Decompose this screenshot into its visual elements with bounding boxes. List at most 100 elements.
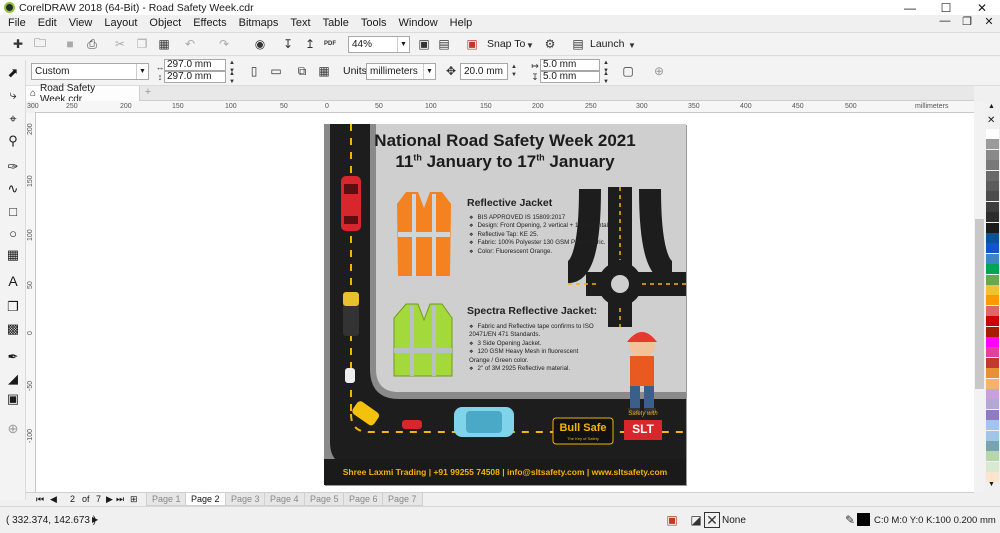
- no-color-icon[interactable]: ✕: [987, 115, 995, 126]
- menu-layout[interactable]: Layout: [98, 17, 143, 29]
- chevron-down-icon[interactable]: ▼: [624, 37, 640, 53]
- vertical-scrollbar[interactable]: [974, 101, 985, 492]
- color-swatch[interactable]: [986, 326, 999, 338]
- menu-tools[interactable]: Tools: [355, 17, 393, 29]
- duplicate-x-input[interactable]: 5.0 mm: [540, 59, 600, 71]
- page-tab-4[interactable]: Page 4: [264, 493, 305, 506]
- doc-close-button[interactable]: ✕: [978, 15, 1000, 28]
- publish-pdf-icon[interactable]: PDF: [322, 36, 338, 52]
- save-icon[interactable]: ■: [62, 36, 78, 52]
- minimize-button[interactable]: —: [892, 0, 928, 15]
- color-swatch[interactable]: [986, 357, 999, 369]
- no-fill-swatch-icon[interactable]: ✕: [704, 512, 720, 528]
- doc-restore-button[interactable]: ❐: [956, 15, 978, 28]
- zoom-level-dropdown[interactable]: 44% ▼: [348, 36, 410, 53]
- menu-edit[interactable]: Edit: [32, 17, 63, 29]
- new-tab-button[interactable]: +: [142, 86, 154, 100]
- open-folder-icon[interactable]: 🗀: [32, 36, 48, 52]
- color-swatch[interactable]: [986, 129, 999, 140]
- interactive-fill-icon[interactable]: ◢: [4, 370, 22, 388]
- freehand-tool-icon[interactable]: ✑: [4, 158, 22, 176]
- menu-table[interactable]: Table: [317, 17, 355, 29]
- page-tab-2[interactable]: Page 2: [185, 493, 226, 506]
- add-icon[interactable]: ⊕: [651, 63, 667, 79]
- palette-scroll-up-icon[interactable]: ▲: [988, 103, 995, 110]
- polygon-tool-icon[interactable]: ▦: [4, 246, 22, 264]
- current-page-icon[interactable]: ▦: [316, 63, 332, 79]
- import-icon[interactable]: ↧: [280, 36, 296, 52]
- height-stepper[interactable]: ▲ ▼: [228, 70, 236, 86]
- menu-view[interactable]: View: [63, 17, 99, 29]
- outline-color-swatch[interactable]: [857, 513, 870, 526]
- color-swatch[interactable]: [986, 420, 999, 432]
- maximize-button[interactable]: ☐: [928, 0, 964, 15]
- new-document-icon[interactable]: ✚: [10, 36, 26, 52]
- redo-icon[interactable]: ↷: [216, 36, 232, 52]
- full-screen-icon[interactable]: ▣: [416, 36, 432, 52]
- transparency-icon[interactable]: ▩: [4, 320, 22, 338]
- artistic-media-icon[interactable]: ∿: [4, 180, 22, 198]
- outline-pen-icon[interactable]: ✎: [842, 512, 858, 528]
- menu-text[interactable]: Text: [284, 17, 316, 29]
- portrait-icon[interactable]: ▯: [246, 63, 262, 79]
- color-swatch[interactable]: [986, 389, 999, 400]
- color-swatch[interactable]: [986, 253, 999, 265]
- page-tab-1[interactable]: Page 1: [146, 493, 187, 506]
- color-swatch[interactable]: [986, 264, 999, 276]
- smart-fill-icon[interactable]: ▣: [4, 390, 22, 408]
- snap-to-label[interactable]: Snap To: [487, 38, 525, 50]
- color-swatch[interactable]: [986, 274, 999, 286]
- color-swatch[interactable]: [986, 461, 999, 473]
- fill-indicator-icon[interactable]: ▣: [664, 512, 680, 528]
- duplicate-y-input[interactable]: 5.0 mm: [540, 71, 600, 83]
- print-icon[interactable]: ⎙: [84, 36, 100, 52]
- view-mode-icon[interactable]: ▤: [436, 36, 452, 52]
- fill-swatch-icon[interactable]: ◪: [688, 512, 704, 528]
- eyedropper-icon[interactable]: ✒: [4, 348, 22, 366]
- page-tab-6[interactable]: Page 6: [343, 493, 384, 506]
- color-swatch[interactable]: [986, 399, 999, 411]
- color-swatch[interactable]: [986, 409, 999, 421]
- color-swatch[interactable]: [986, 181, 999, 192]
- color-swatch[interactable]: [986, 285, 999, 296]
- color-swatch[interactable]: [986, 149, 999, 161]
- launch-label[interactable]: Launch: [590, 38, 624, 50]
- palette-scroll-down-icon[interactable]: ▼: [988, 481, 995, 488]
- zoom-tool-icon[interactable]: ⚲: [4, 132, 22, 150]
- menu-help[interactable]: Help: [444, 17, 479, 29]
- pick-tool-icon[interactable]: ⬈: [4, 64, 22, 82]
- page-frame-icon[interactable]: ▢: [620, 63, 636, 79]
- export-icon[interactable]: ↥: [302, 36, 318, 52]
- color-swatch[interactable]: [986, 222, 999, 234]
- options-gear-icon[interactable]: ⚙: [542, 36, 558, 52]
- next-page-icon[interactable]: ▶: [106, 493, 113, 506]
- page-tab-7[interactable]: Page 7: [382, 493, 423, 506]
- color-swatch[interactable]: [986, 233, 999, 244]
- page-tab-5[interactable]: Page 5: [304, 493, 345, 506]
- cut-icon[interactable]: ✂: [112, 36, 128, 52]
- units-dropdown[interactable]: millimeters ▼: [366, 63, 436, 80]
- color-swatch[interactable]: [986, 378, 999, 390]
- color-swatch[interactable]: [986, 160, 999, 172]
- doc-minimize-button[interactable]: —: [934, 15, 956, 28]
- first-page-icon[interactable]: ⏮: [36, 493, 44, 506]
- poster-page[interactable]: National Road Safety Week 2021 11th Janu…: [324, 124, 686, 485]
- color-swatch[interactable]: [986, 295, 999, 307]
- rectangle-tool-icon[interactable]: □: [4, 202, 22, 220]
- color-swatch[interactable]: [986, 305, 999, 317]
- add-page-icon[interactable]: ⊞: [130, 493, 138, 506]
- add-tool-icon[interactable]: ⊕: [4, 420, 22, 438]
- color-swatch[interactable]: [986, 368, 999, 380]
- scrollbar-thumb[interactable]: [975, 219, 984, 389]
- nudge-stepper[interactable]: ▲ ▼: [510, 63, 518, 79]
- menu-file[interactable]: File: [2, 17, 32, 29]
- menu-bitmaps[interactable]: Bitmaps: [233, 17, 285, 29]
- page-height-input[interactable]: 297.0 mm: [164, 71, 226, 83]
- text-tool-icon[interactable]: A: [4, 272, 22, 290]
- color-swatch[interactable]: [986, 451, 999, 463]
- nudge-distance-input[interactable]: 20.0 mm: [460, 63, 508, 80]
- chevron-down-icon[interactable]: ▼: [522, 37, 538, 53]
- all-pages-icon[interactable]: ⧉: [294, 63, 310, 79]
- dup-y-stepper[interactable]: ▲ ▼: [602, 70, 610, 86]
- page-preset-dropdown[interactable]: Custom ▼: [31, 63, 149, 80]
